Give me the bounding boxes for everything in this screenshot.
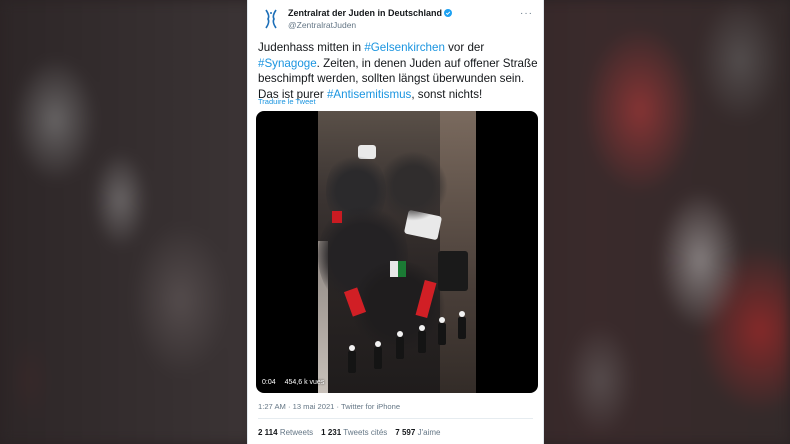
tweet-header: Zentralrat der Juden in Deutschland @Zen… [258,6,535,32]
video-duration: 0:04 [262,379,276,386]
more-options-icon[interactable]: ··· [520,8,533,19]
tweet-card: Zentralrat der Juden in Deutschland @Zen… [247,0,544,444]
video-police [374,347,382,369]
video-crowd [378,151,448,221]
text-segment: , sonst nichts! [411,87,483,101]
author-display-name[interactable]: Zentralrat der Juden in Deutschland [288,8,442,18]
divider [258,418,533,419]
video-helmet [459,311,465,317]
quotes-count: 1 231 [321,428,342,437]
likes-count: 7 597 [395,428,416,437]
hashtag-gelsenkirchen[interactable]: #Gelsenkirchen [364,41,445,54]
video-flag-red [332,211,342,223]
tweet-text: Judenhass mitten in #Gelsenkirchen vor d… [258,40,540,102]
hashtag-synagoge[interactable]: #Synagoge [258,57,317,70]
likes-stat[interactable]: 7 597 J'aime [395,428,440,437]
video-police [438,323,446,345]
video-police [396,337,404,359]
video-helmet [439,317,445,323]
translate-tweet-link[interactable]: Traduire le Tweet [258,97,316,106]
video-views: 454,6 k vues [284,379,325,386]
video-police [348,351,356,373]
retweets-stat[interactable]: 2 114 Retweets [258,428,313,437]
text-segment: vor der [444,41,485,54]
video-meta: 0:04 454,6 k vues [262,379,324,386]
video-frame[interactable] [318,111,476,393]
text-segment: Judenhass mitten in [258,41,365,54]
hashtag-antisemitismus[interactable]: #Antisemitismus [327,88,411,101]
tweet-timestamp[interactable]: 1:27 AM · 13 mai 2021 · Twitter for iPho… [258,402,400,411]
quotes-label: Tweets cités [343,428,388,437]
retweets-label: Retweets [279,428,314,437]
author-names: Zentralrat der Juden in Deutschland @Zen… [288,8,453,30]
retweets-count: 2 114 [258,428,278,437]
quotes-stat[interactable]: 1 231 Tweets cités [321,428,387,437]
video-player[interactable]: 0:04 454,6 k vues [256,111,538,393]
video-helmet [375,341,381,347]
video-police [418,331,426,353]
video-helmet [349,345,355,351]
likes-label: J'aime [417,428,441,437]
tweet-stats: 2 114 Retweets 1 231 Tweets cités 7 597 … [258,428,440,437]
verified-badge-icon [444,9,453,17]
zentralrat-logo-icon[interactable] [258,6,284,32]
video-police [458,317,466,339]
video-helmet [397,331,403,337]
author-display-name-row[interactable]: Zentralrat der Juden in Deutschland [288,8,453,18]
author-handle[interactable]: @ZentralratJuden [288,20,452,30]
video-helmet [419,325,425,331]
video-flag-green [398,261,406,277]
